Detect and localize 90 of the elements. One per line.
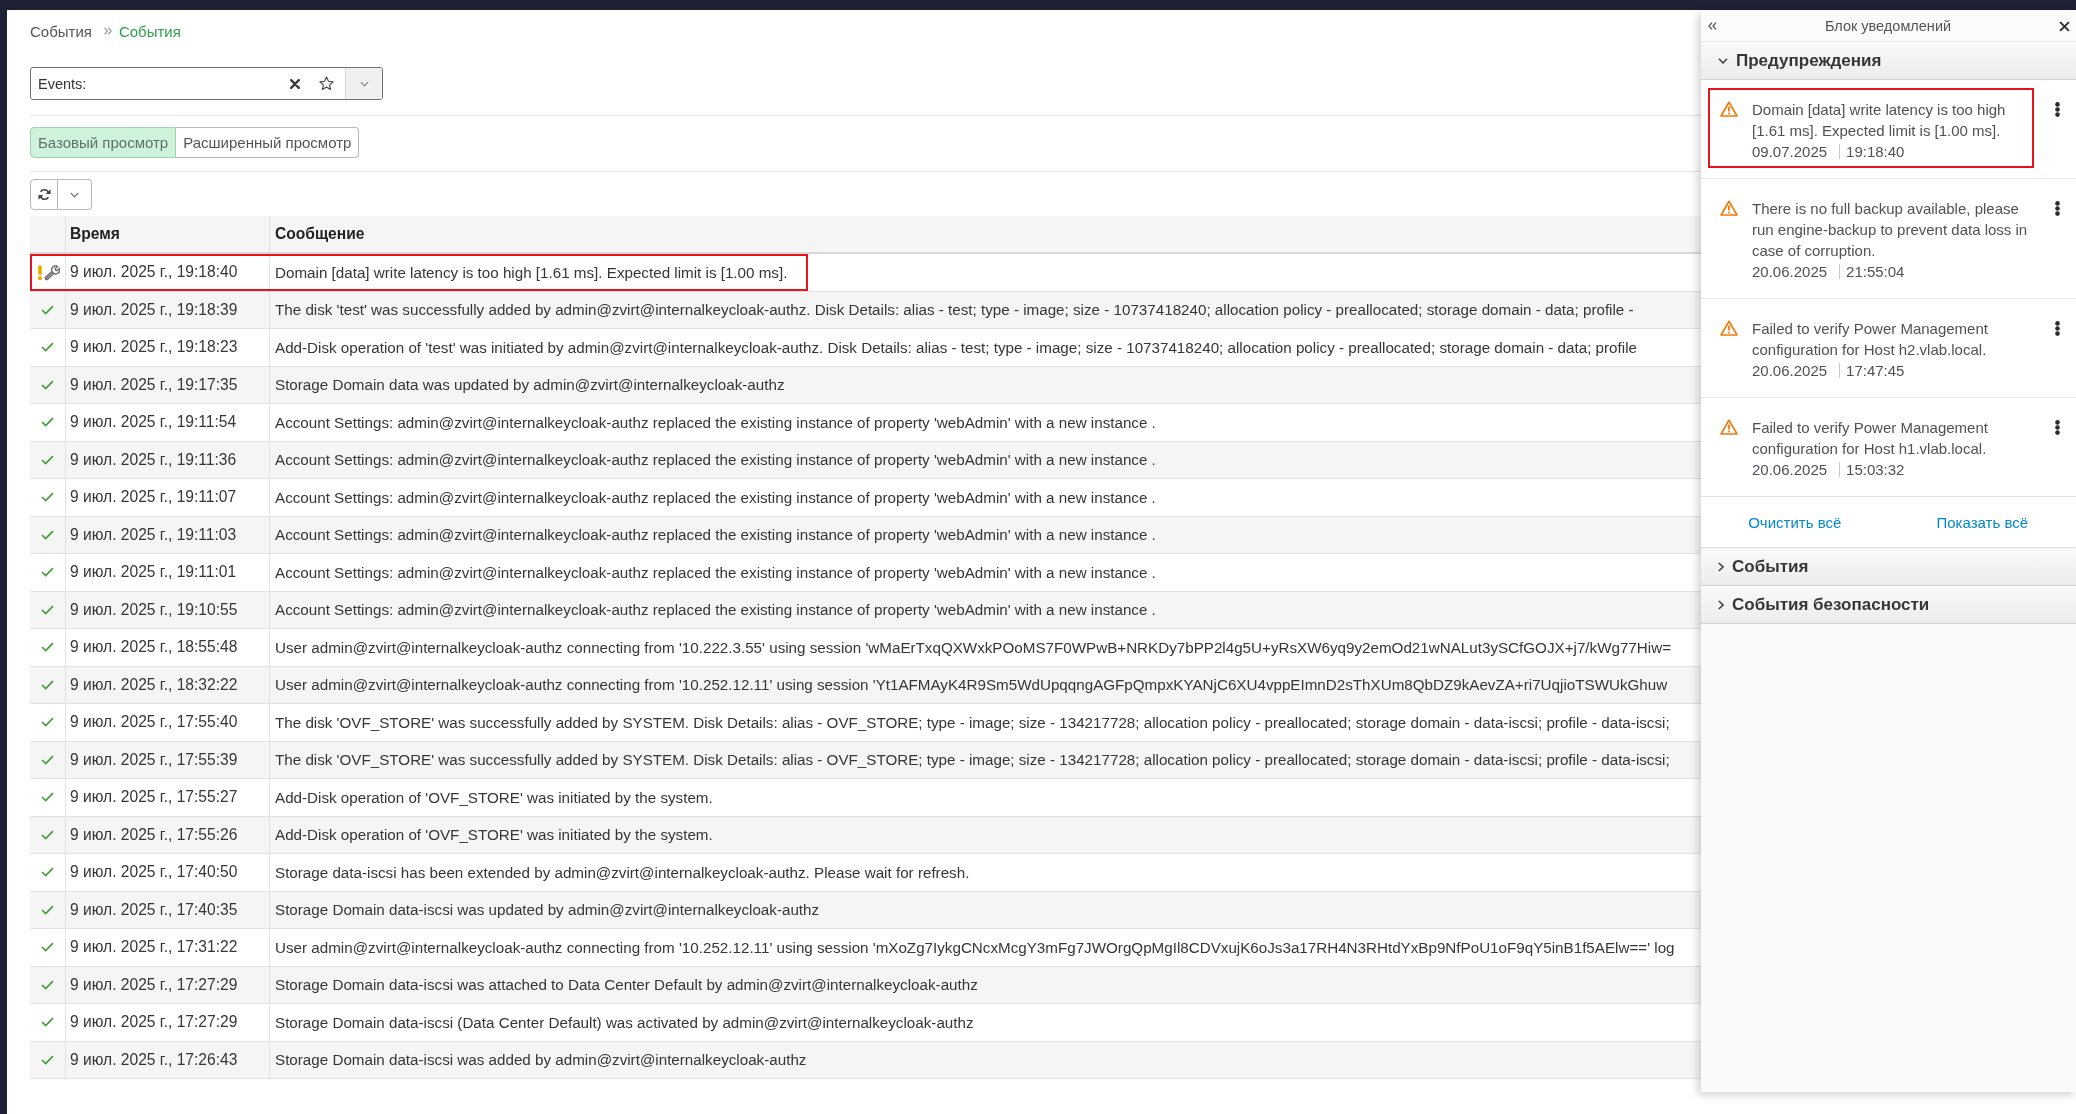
warning-icon [1720, 200, 1738, 216]
accordion-header[interactable]: События безопасности [1701, 586, 2076, 624]
time-cell: 9 июл. 2025 г., 19:18:39 [70, 300, 238, 319]
action-link[interactable]: Показать всё [1936, 513, 2029, 531]
notification-time: 21:55:04 [1839, 264, 1905, 279]
kebab-menu-icon[interactable] [2055, 201, 2060, 216]
warning-icon [1720, 320, 1738, 336]
view-toggle-button[interactable]: Расширенный просмотр [176, 127, 360, 158]
chevron-right-icon [1718, 599, 1724, 610]
message-cell: Storage Domain data was updated by admin@zvirt@internalkeycloak-authz [275, 376, 785, 394]
notification-date: 20.06.2025 [1752, 361, 1828, 381]
view-toggle-button[interactable]: Базовый просмотр [30, 127, 177, 158]
message-cell: User admin@zvirt@internalkeycloak-authz connecting from '10.252.12.11' using session 'mXoZg7IykgCNcxMcgY3mFg7JWOrgQpMgIl8CDVxujK6oJs3a17RH4N3RHtdYxBp9NfPoU1oF9qY5inB1f5AElw==' log [275, 938, 1675, 956]
message-cell: Storage Domain data-iscsi was added by admin@zvirt@internalkeycloak-authz [275, 1051, 807, 1069]
time-cell: 9 июл. 2025 г., 19:11:01 [70, 563, 237, 582]
message-cell: Storage Domain data-iscsi was attached to Data Center Default by admin@zvirt@internalkeycloak-authz [275, 976, 978, 994]
time-cell: 9 июл. 2025 г., 17:26:43 [70, 1050, 238, 1069]
time-cell: 9 июл. 2025 г., 18:32:22 [70, 675, 238, 694]
time-cell: 9 июл. 2025 г., 17:40:35 [70, 900, 238, 919]
column-header[interactable]: Сообщение [275, 225, 365, 243]
time-cell: 9 июл. 2025 г., 17:31:22 [70, 938, 238, 957]
message-cell: Account Settings: admin@zvirt@internalkeycloak-authz replaced the existing instance of property 'webAdmin' with a new instance . [275, 563, 1156, 581]
notification-text: Domain [data] write latency is too high [1.61 ms]. Expected limit is [1.00 ms]. [1752, 100, 2007, 141]
accordion-header[interactable]: Предупреждения [1701, 42, 2076, 80]
message-cell: The disk 'test' was successfully added by admin@zvirt@internalkeycloak-authz. Disk Details: alias - test; type - image; size - 10737418240; allocation policy - preallocated; storage domain - data; profile - [275, 301, 1634, 319]
kebab-menu-icon[interactable] [2055, 420, 2060, 435]
message-cell: Storage Domain data-iscsi was updated by admin@zvirt@internalkeycloak-authz [275, 901, 820, 919]
message-cell: Account Settings: admin@zvirt@internalkeycloak-authz replaced the existing instance of property 'webAdmin' with a new instance . [275, 451, 1156, 469]
message-cell: Storage Domain data-iscsi (Data Center Default) was activated by admin@zvirt@internalkeycloak-authz [275, 1013, 974, 1031]
time-cell: 9 июл. 2025 г., 17:55:26 [70, 825, 238, 844]
time-cell: 9 июл. 2025 г., 17:27:29 [70, 975, 238, 994]
notification-date: 09.07.2025 [1752, 142, 1828, 162]
notification-date: 20.06.2025 [1752, 460, 1828, 480]
chevron-right-icon [1718, 561, 1724, 572]
message-cell: User admin@zvirt@internalkeycloak-authz connecting from '10.252.12.11' using session 'Yt1AFMAyK4R9Sm5WdUpqqngAGFpQmpxKYANjC6XU4vppEImnD2sThXUm8QbDZ9kAevZA+ri7UqjioTSWUkGhuw [275, 676, 1668, 694]
notification-time: 15:03:32 [1839, 462, 1905, 477]
notification-text: Failed to verify Power Management configuration for Host h1.vlab.local. [1752, 418, 1989, 459]
message-cell: Storage data-iscsi has been extended by admin@zvirt@internalkeycloak-authz. Please wait for refresh. [275, 863, 970, 881]
warning-icon [1720, 419, 1738, 435]
time-cell: 9 июл. 2025 г., 19:18:40 [70, 263, 238, 282]
kebab-menu-icon[interactable] [2055, 102, 2060, 117]
message-cell: Account Settings: admin@zvirt@internalkeycloak-authz replaced the existing instance of property 'webAdmin' with a new instance . [275, 488, 1156, 506]
close-icon[interactable] [2059, 20, 2070, 32]
caret-icon [359, 80, 369, 87]
time-cell: 9 июл. 2025 г., 17:55:27 [70, 788, 238, 807]
notification-date: 20.06.2025 [1752, 262, 1828, 282]
time-cell: 9 июл. 2025 г., 19:11:54 [70, 413, 237, 432]
message-cell: The disk 'OVF_STORE' was successfully added by SYSTEM. Disk Details: alias - OVF_STORE; type - image; size - 134217728; allocation policy - preallocated; storage domain - data-iscsi; profile - data-iscsi; [275, 751, 1670, 769]
action-link[interactable]: Очистить всё [1748, 513, 1842, 531]
time-cell: 9 июл. 2025 г., 19:10:55 [70, 600, 238, 619]
notification-time: 17:47:45 [1839, 363, 1905, 378]
warning-icon [1720, 101, 1738, 117]
breadcrumb-link[interactable]: События [30, 22, 92, 40]
panel-title: Блок уведомлений [1823, 18, 1953, 34]
close-icon[interactable] [290, 78, 300, 89]
notification-text: Failed to verify Power Management configuration for Host h2.vlab.local. [1752, 319, 1989, 360]
caret-icon [70, 191, 79, 198]
time-cell: 9 июл. 2025 г., 18:55:48 [70, 638, 238, 657]
refresh-button[interactable] [30, 179, 58, 210]
breadcrumb-current: События [118, 22, 181, 40]
column-header[interactable]: Время [70, 225, 120, 243]
notification-text: There is no full backup available, please run engine-backup to prevent data loss in case of corruption. [1752, 199, 2029, 261]
search-field[interactable]: Events: [30, 67, 383, 100]
message-cell: The disk 'OVF_STORE' was successfully added by SYSTEM. Disk Details: alias - OVF_STORE; type - image; size - 134217728; allocation policy - preallocated; storage domain - data-iscsi; profile - data-iscsi; [275, 713, 1670, 731]
time-cell: 9 июл. 2025 г., 17:55:40 [70, 713, 238, 732]
message-cell: Account Settings: admin@zvirt@internalkeycloak-authz replaced the existing instance of property 'webAdmin' with a new instance . [275, 413, 1156, 431]
time-cell: 9 июл. 2025 г., 17:55:39 [70, 750, 238, 769]
time-cell: 9 июл. 2025 г., 17:40:50 [70, 863, 238, 882]
kebab-menu-icon[interactable] [2055, 321, 2060, 336]
time-cell: 9 июл. 2025 г., 19:18:23 [70, 338, 238, 357]
time-cell: 9 июл. 2025 г., 19:11:07 [70, 488, 237, 507]
double-chevron-right-icon [103, 27, 112, 35]
message-cell: Account Settings: admin@zvirt@internalkeycloak-authz replaced the existing instance of property 'webAdmin' with a new instance . [275, 601, 1156, 619]
double-chevron-left-icon[interactable] [1708, 22, 1717, 30]
notification-time: 19:18:40 [1839, 144, 1905, 159]
time-cell: 9 июл. 2025 г., 19:17:35 [70, 375, 238, 394]
time-cell: 9 июл. 2025 г., 19:11:03 [70, 525, 237, 544]
time-cell: 9 июл. 2025 г., 19:11:36 [70, 450, 237, 469]
message-cell: Add-Disk operation of 'test' was initiated by admin@zvirt@internalkeycloak-authz. Disk Details: alias - test; type - image; size - 10737418240; allocation policy - preallocated; storage domain - data; profile [275, 338, 1637, 356]
message-cell: User admin@zvirt@internalkeycloak-authz connecting from '10.222.3.55' using session 'wMaErTxqQXWxkPOoMS7F0WPwB+NRKDy7bPP2l4g5U+yRsXW6yq9y2emOd21wNALut3ySCfGOJX+j7/kWg77Hiw= [275, 638, 1671, 656]
search-label: Events: [37, 75, 87, 92]
chevron-down-icon [1718, 57, 1728, 64]
message-cell: Domain [data] write latency is too high [1.61 ms]. Expected limit is [1.00 ms]. [275, 263, 788, 281]
accordion-header[interactable]: События [1701, 548, 2076, 586]
message-cell: Add-Disk operation of 'OVF_STORE' was initiated by the system. [275, 788, 713, 806]
message-cell: Add-Disk operation of 'OVF_STORE' was initiated by the system. [275, 826, 713, 844]
message-cell: Account Settings: admin@zvirt@internalkeycloak-authz replaced the existing instance of property 'webAdmin' with a new instance . [275, 526, 1156, 544]
refresh-icon [37, 188, 51, 201]
star-icon[interactable] [319, 76, 334, 91]
time-cell: 9 июл. 2025 г., 17:27:29 [70, 1013, 238, 1032]
